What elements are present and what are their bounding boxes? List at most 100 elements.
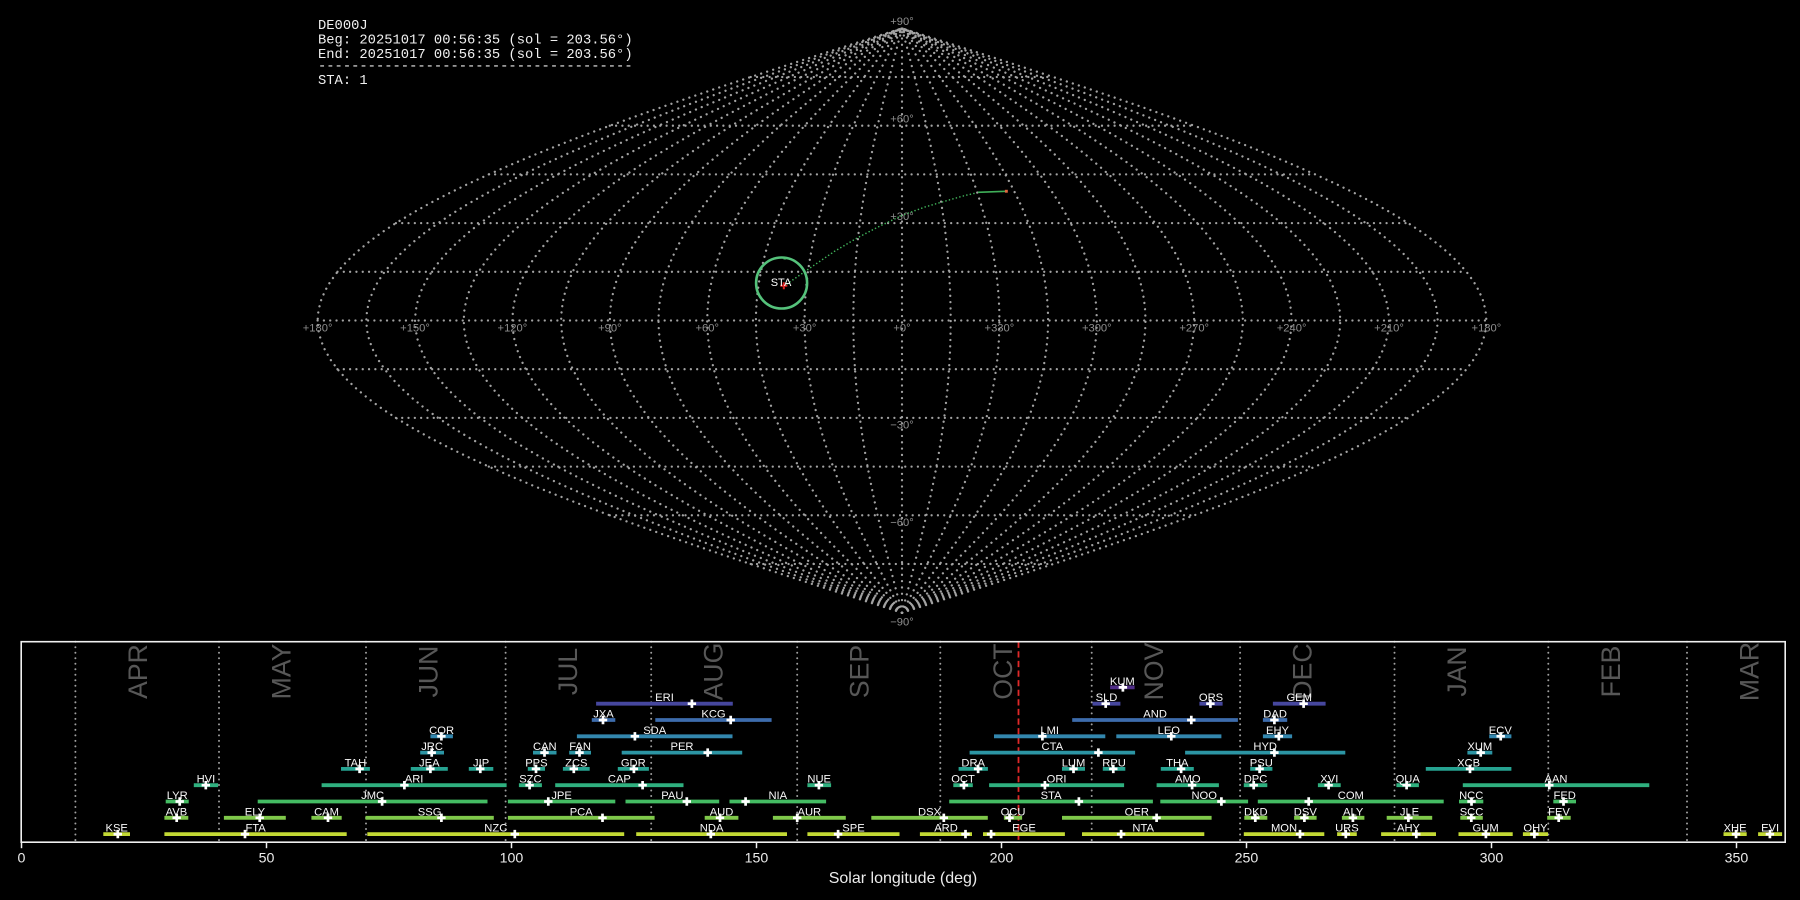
svg-text:SCC: SCC bbox=[1460, 806, 1484, 818]
svg-text:CAN: CAN bbox=[533, 741, 557, 753]
svg-text:XCB: XCB bbox=[1457, 757, 1480, 769]
svg-text:ZCS: ZCS bbox=[565, 757, 587, 769]
svg-text:−30°: −30° bbox=[890, 419, 913, 431]
svg-text:NTA: NTA bbox=[1132, 823, 1154, 835]
svg-text:FEB: FEB bbox=[1596, 646, 1626, 698]
svg-text:AUR: AUR bbox=[797, 806, 821, 818]
svg-text:ORI: ORI bbox=[1047, 774, 1067, 786]
svg-text:100: 100 bbox=[500, 851, 524, 867]
svg-text:JMC: JMC bbox=[361, 790, 384, 802]
svg-text:XVI: XVI bbox=[1320, 774, 1338, 786]
svg-text:DE000J: DE000J bbox=[318, 19, 368, 34]
svg-text:OER: OER bbox=[1125, 806, 1149, 818]
svg-text:ARI: ARI bbox=[405, 774, 424, 786]
svg-text:FTA: FTA bbox=[245, 823, 266, 835]
svg-text:MAY: MAY bbox=[267, 643, 297, 699]
svg-text:PPS: PPS bbox=[525, 757, 547, 769]
svg-text:AHY: AHY bbox=[1397, 823, 1421, 835]
svg-text:JLE: JLE bbox=[1400, 806, 1419, 818]
svg-text:DEC: DEC bbox=[1288, 643, 1318, 699]
svg-text:GUM: GUM bbox=[1473, 823, 1499, 835]
svg-text:−90°: −90° bbox=[890, 617, 913, 629]
svg-text:TAH: TAH bbox=[345, 757, 367, 769]
svg-text:JRC: JRC bbox=[421, 741, 443, 753]
svg-text:EGE: EGE bbox=[1012, 823, 1036, 835]
svg-text:QUA: QUA bbox=[1396, 774, 1421, 786]
svg-text:Solar longitude (deg): Solar longitude (deg) bbox=[829, 870, 978, 887]
svg-text:KUM: KUM bbox=[1110, 676, 1135, 688]
svg-text:SPE: SPE bbox=[842, 823, 864, 835]
svg-text:JUN: JUN bbox=[414, 646, 444, 698]
svg-text:------------------------------: -------------------------------------- bbox=[318, 60, 633, 75]
svg-text:LUM: LUM bbox=[1062, 757, 1086, 769]
svg-text:AND: AND bbox=[1143, 709, 1167, 721]
svg-text:PAU: PAU bbox=[661, 790, 683, 802]
svg-text:NDA: NDA bbox=[700, 823, 724, 835]
svg-text:+210°: +210° bbox=[1374, 323, 1404, 335]
svg-text:+60°: +60° bbox=[695, 323, 718, 335]
svg-text:+330°: +330° bbox=[985, 323, 1015, 335]
svg-text:DPC: DPC bbox=[1244, 774, 1268, 786]
svg-text:NCC: NCC bbox=[1459, 790, 1483, 802]
svg-text:CQR: CQR bbox=[429, 725, 454, 737]
svg-text:DSX: DSX bbox=[918, 806, 942, 818]
svg-text:ORS: ORS bbox=[1199, 692, 1223, 704]
svg-text:+180°: +180° bbox=[1472, 323, 1502, 335]
svg-text:NOV: NOV bbox=[1139, 642, 1169, 700]
svg-text:KCG: KCG bbox=[701, 709, 725, 721]
svg-text:NIA: NIA bbox=[768, 790, 787, 802]
svg-text:PER: PER bbox=[670, 741, 693, 753]
svg-text:OCU: OCU bbox=[1001, 806, 1026, 818]
svg-text:FEV: FEV bbox=[1548, 806, 1570, 818]
svg-text:AAN: AAN bbox=[1544, 774, 1567, 786]
svg-text:DRA: DRA bbox=[961, 757, 985, 769]
svg-text:STA: STA bbox=[1041, 790, 1062, 802]
svg-text:MAR: MAR bbox=[1735, 642, 1765, 701]
svg-text:ARD: ARD bbox=[934, 823, 958, 835]
svg-text:APR: APR bbox=[123, 644, 153, 699]
svg-text:+300°: +300° bbox=[1082, 323, 1112, 335]
svg-text:XHE: XHE bbox=[1724, 823, 1747, 835]
svg-text:200: 200 bbox=[990, 851, 1014, 867]
svg-text:EVI: EVI bbox=[1761, 823, 1779, 835]
svg-text:+60°: +60° bbox=[890, 114, 913, 126]
svg-text:GDR: GDR bbox=[621, 757, 646, 769]
svg-text:GEM: GEM bbox=[1286, 692, 1311, 704]
svg-text:300: 300 bbox=[1480, 851, 1504, 867]
svg-text:250: 250 bbox=[1235, 851, 1259, 867]
svg-text:DKD: DKD bbox=[1244, 806, 1268, 818]
svg-text:JEA: JEA bbox=[419, 757, 440, 769]
svg-text:0: 0 bbox=[18, 851, 26, 867]
svg-text:+90°: +90° bbox=[598, 323, 621, 335]
svg-text:CAM: CAM bbox=[314, 806, 339, 818]
svg-text:SZC: SZC bbox=[519, 774, 541, 786]
svg-text:+30°: +30° bbox=[793, 323, 816, 335]
svg-text:COM: COM bbox=[1338, 790, 1364, 802]
svg-text:ECV: ECV bbox=[1489, 725, 1513, 737]
svg-text:STA: 1: STA: 1 bbox=[318, 74, 368, 89]
svg-text:MON: MON bbox=[1271, 823, 1297, 835]
svg-text:+30°: +30° bbox=[890, 211, 913, 223]
svg-text:SSG: SSG bbox=[418, 806, 442, 818]
svg-text:OHY: OHY bbox=[1523, 823, 1548, 835]
svg-text:LEO: LEO bbox=[1158, 725, 1181, 737]
svg-text:KSE: KSE bbox=[106, 823, 128, 835]
svg-text:FED: FED bbox=[1554, 790, 1576, 802]
svg-text:RPU: RPU bbox=[1102, 757, 1126, 769]
svg-text:SEP: SEP bbox=[845, 645, 875, 698]
svg-text:50: 50 bbox=[259, 851, 275, 867]
svg-text:AUG: AUG bbox=[699, 643, 729, 701]
svg-text:NZC: NZC bbox=[484, 823, 507, 835]
svg-text:FAN: FAN bbox=[569, 741, 591, 753]
svg-text:PSU: PSU bbox=[1250, 757, 1273, 769]
svg-text:JIP: JIP bbox=[473, 757, 489, 769]
svg-text:SDA: SDA bbox=[643, 725, 667, 737]
svg-text:NOO: NOO bbox=[1191, 790, 1217, 802]
svg-text:SLD: SLD bbox=[1096, 692, 1118, 704]
svg-text:JUL: JUL bbox=[553, 648, 583, 695]
svg-text:CTA: CTA bbox=[1042, 741, 1064, 753]
svg-text:JXA: JXA bbox=[593, 709, 614, 721]
svg-text:HYD: HYD bbox=[1253, 741, 1277, 753]
svg-text:STA: STA bbox=[771, 277, 792, 289]
svg-text:+270°: +270° bbox=[1179, 323, 1209, 335]
